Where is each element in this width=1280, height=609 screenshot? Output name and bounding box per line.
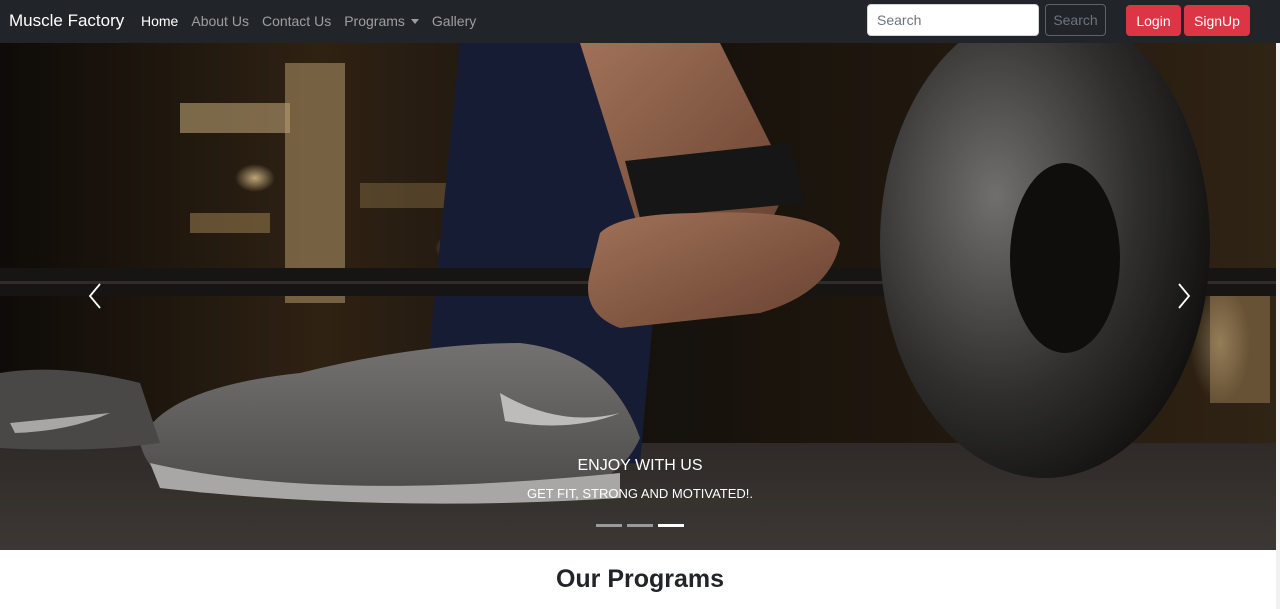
- brand-logo[interactable]: Muscle Factory: [9, 9, 124, 33]
- signup-button[interactable]: SignUp: [1184, 5, 1250, 36]
- carousel-next-button[interactable]: [1164, 273, 1204, 319]
- nav-dropdown-programs-label: Programs: [344, 13, 405, 29]
- nav-dropdown-programs[interactable]: Programs: [344, 11, 419, 31]
- carousel-indicator-3[interactable]: [658, 524, 684, 527]
- hero-carousel: ENJOY WITH US GET FIT, STRONG AND MOTIVA…: [0, 43, 1280, 550]
- nav-link-home[interactable]: Home: [141, 11, 178, 31]
- nav-link-contact-us[interactable]: Contact Us: [262, 11, 331, 31]
- carousel-caption-title: ENJOY WITH US: [577, 457, 703, 474]
- navbar: Muscle Factory Home About Us Contact Us …: [0, 0, 1280, 43]
- carousel-indicator-1[interactable]: [596, 524, 622, 527]
- nav-link-gallery[interactable]: Gallery: [432, 11, 476, 31]
- chevron-right-icon: [1178, 283, 1191, 309]
- search-button[interactable]: Search: [1045, 4, 1106, 36]
- page-scrollbar[interactable]: [1276, 43, 1280, 609]
- programs-heading: Our Programs: [555, 565, 725, 593]
- carousel-caption-subtitle: GET FIT, STRONG AND MOTIVATED!.: [526, 486, 754, 501]
- chevron-left-icon: [88, 283, 101, 309]
- nav-link-about-us[interactable]: About Us: [191, 11, 249, 31]
- carousel-indicators: [596, 524, 684, 527]
- caret-down-icon: [410, 18, 419, 24]
- nav-links: Home About Us Contact Us Programs Galler…: [141, 11, 489, 31]
- search-input[interactable]: [867, 4, 1039, 36]
- carousel-indicator-2[interactable]: [627, 524, 653, 527]
- carousel-prev-button[interactable]: [75, 273, 115, 319]
- login-button[interactable]: Login: [1126, 5, 1181, 36]
